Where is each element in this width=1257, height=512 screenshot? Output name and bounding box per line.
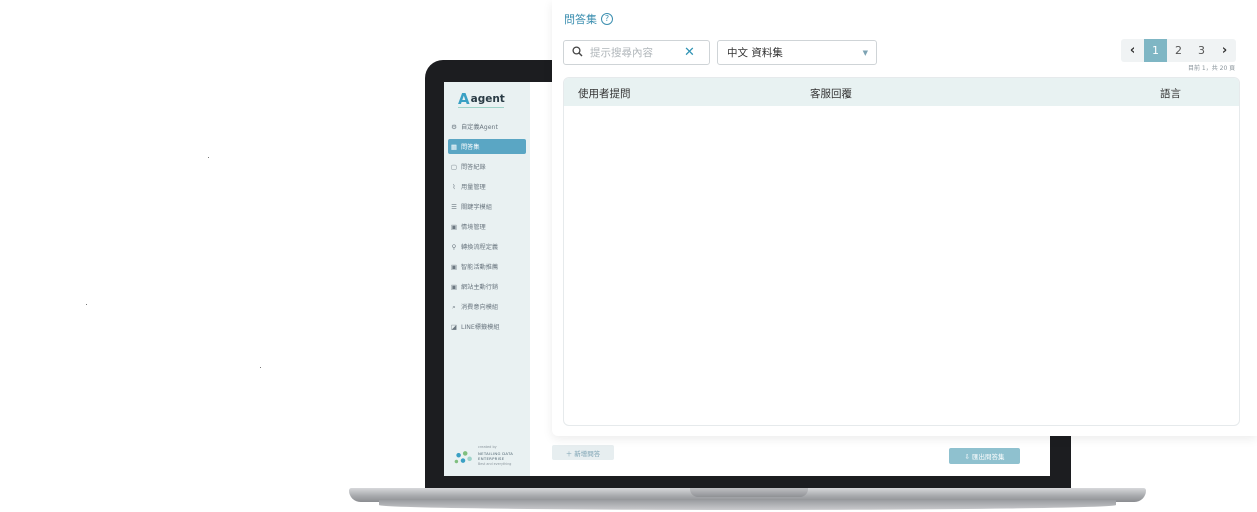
sidebar-nav: ⚙ 自定義Agent ▦ 問答集 ▢ 問答紀錄 ⌇ 用量管理 ☰ 關鍵字模組 ▣ 情境管理 ⚲ 轉換流程定… [448, 119, 526, 339]
app-sidebar: A agent ⚙ 自定義Agent ▦ 問答集 ▢ 問答紀錄 ⌇ 用量管理 ☰ 關鍵字模組 ▣ 情境… [444, 82, 530, 476]
sidebar-item-label: 網站主動行銷 [461, 284, 499, 291]
chevron-down-icon: ▼ [862, 48, 868, 57]
table-header: 使用者提問 客服回覆 語言 [564, 78, 1239, 106]
prev-page-button[interactable]: ‹ [1121, 39, 1144, 62]
sidebar-item-icon: ◪ [450, 322, 458, 331]
footer-created-by: created by [478, 445, 497, 449]
sidebar-item-icon: ▣ [450, 262, 458, 271]
sidebar-item-label: 轉換流程定義 [461, 244, 499, 251]
sidebar-item-icon: ⚲ [451, 242, 457, 251]
sidebar-item[interactable]: ▣ 網站主動行銷 [448, 279, 526, 294]
sidebar-item-icon: ▢ [450, 162, 458, 171]
export-qa-button[interactable]: ⇩ 匯出問答集 [949, 448, 1020, 464]
laptop-notch [690, 488, 808, 497]
sidebar-item-icon: ⌇ [452, 182, 456, 191]
sidebar-item[interactable]: ▦ 問答集 [448, 139, 526, 154]
sidebar-item-label: 關鍵字模組 [461, 204, 492, 211]
sidebar-item[interactable]: ⌇ 用量管理 [448, 179, 526, 194]
clear-search-icon[interactable]: ✕ [684, 45, 695, 60]
page-title: 問答集 [564, 13, 597, 26]
brand-name: agent [470, 93, 505, 105]
search-icon [572, 45, 586, 60]
sidebar-item-label: LINE標籤模組 [461, 324, 500, 331]
sidebar-item-icon: ⌕ [452, 302, 456, 311]
sidebar-item-label: 問答紀錄 [461, 164, 486, 171]
sidebar-item-icon: ▣ [450, 282, 458, 291]
stray-dot [86, 304, 87, 305]
sidebar-item-icon: ▣ [450, 222, 458, 231]
company-logo-icon [452, 448, 474, 466]
sidebar-item[interactable]: ⚲ 轉換流程定義 [448, 239, 526, 254]
brand-underline [458, 107, 504, 108]
column-header-question[interactable]: 使用者提問 [578, 86, 631, 101]
page-info: 目前 1，共 20 頁 [1188, 65, 1236, 72]
panel-title-row: 問答集 ? [564, 11, 613, 27]
sidebar-item[interactable]: ▣ 智能活動推薦 [448, 259, 526, 274]
sidebar-item[interactable]: ▢ 問答紀錄 [448, 159, 526, 174]
footer-tagline: Best and everything [478, 462, 512, 466]
stray-dot [208, 157, 209, 158]
add-qa-button[interactable]: ＋ 新增問答 [552, 445, 614, 460]
sidebar-item-icon: ▦ [450, 142, 458, 151]
sidebar-item-label: 消費意向模組 [461, 304, 499, 311]
next-page-button[interactable]: › [1213, 39, 1236, 62]
dataset-select[interactable]: 中文 資料集 ▼ [717, 40, 877, 65]
search-input[interactable] [586, 46, 682, 59]
page-button-1[interactable]: 1 [1144, 39, 1167, 62]
column-header-language[interactable]: 語言 [1160, 86, 1181, 101]
qa-table: 使用者提問 客服回覆 語言 [563, 77, 1240, 426]
brand-mark: A [458, 90, 470, 108]
qa-panel: 問答集 ? ✕ 中文 資料集 ▼ ‹ 1 2 3 › 目前 1，共 20 頁 使… [552, 0, 1257, 436]
column-header-answer[interactable]: 客服回覆 [810, 86, 852, 101]
sidebar-item-label: 問答集 [461, 144, 480, 151]
brand-logo[interactable]: A agent [458, 90, 505, 108]
sidebar-item-label: 情境管理 [461, 224, 486, 231]
sidebar-item[interactable]: ◪ LINE標籤模組 [448, 319, 526, 334]
sidebar-footer: created by NETAILING DATA ENTERPRISE Bes… [452, 442, 526, 468]
dataset-select-value: 中文 資料集 [727, 47, 783, 59]
footer-company-name: NETAILING DATA ENTERPRISE [478, 451, 514, 461]
sidebar-item-label: 自定義Agent [461, 124, 498, 131]
search-box[interactable]: ✕ [563, 40, 710, 65]
help-icon[interactable]: ? [601, 13, 613, 25]
sidebar-item[interactable]: ☰ 關鍵字模組 [448, 199, 526, 214]
sidebar-item[interactable]: ⌕ 消費意向模組 [448, 299, 526, 314]
pagination: ‹ 1 2 3 › [1121, 39, 1236, 62]
sidebar-item[interactable]: ▣ 情境管理 [448, 219, 526, 234]
sidebar-item-icon: ⚙ [451, 122, 457, 131]
page-button-2[interactable]: 2 [1167, 39, 1190, 62]
sidebar-item-icon: ☰ [451, 202, 457, 211]
stray-dot [260, 367, 261, 368]
sidebar-item[interactable]: ⚙ 自定義Agent [448, 119, 526, 134]
page-button-3[interactable]: 3 [1190, 39, 1213, 62]
sidebar-item-label: 用量管理 [461, 184, 486, 191]
sidebar-item-label: 智能活動推薦 [461, 264, 499, 271]
